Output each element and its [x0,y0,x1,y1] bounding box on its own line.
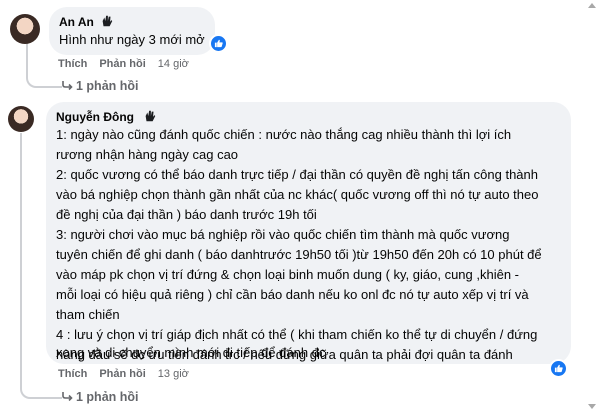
reply-arrow-icon [62,392,73,401]
comment-line: tuyên chiến để ghi danh ( báo danhtrước … [56,247,542,262]
comment-author[interactable]: Nguyễn Đông [56,110,134,124]
comment-line: đề nghị của đại thần ) báo danh trước 19… [56,207,317,222]
timestamp[interactable]: 14 giờ [158,58,189,70]
comment-line: vào bá nghiệp chọn thành gần nhất của nc… [56,187,539,202]
scroll-down-button[interactable] [588,404,596,409]
comment-line: mỗi loại có hiệu quả riêng ) chỉ cần báo… [56,287,529,302]
thumbs-up-icon [214,39,223,48]
reaction-badge[interactable] [209,34,228,53]
comment-actions: Thích Phản hồi 13 giờ [58,368,189,380]
waving-hand-icon [102,15,113,27]
comment-line: 2: quốc vương có thể báo danh trực tiếp … [56,167,538,182]
thread-line [26,40,28,72]
thread-line [20,133,22,383]
waving-hand-icon [145,110,156,122]
comment-bubble: Nguyễn Đông 1: ngày nào cũng đánh quốc c… [46,102,571,364]
comment-line: 1: ngày nào cũng đánh quốc chiến : nước … [56,127,512,142]
thread-connector [26,72,62,88]
timestamp[interactable]: 13 giờ [158,368,189,380]
like-button[interactable]: Thích [58,58,87,70]
view-replies-link[interactable]: 1 phản hồi [76,390,139,404]
like-button[interactable]: Thích [58,368,87,380]
comment-line: rương nhận hàng ngày cag cao [56,147,239,162]
comment-line: 3: người chơi vào mục bá nghiệp rồi vào … [56,227,510,242]
thread-connector [20,383,62,399]
view-replies-link[interactable]: 1 phản hồi [76,79,139,93]
comment-bubble: An An Hình như ngày 3 mới mở [49,7,215,55]
reply-arrow-icon [62,81,73,90]
comment-actions: Thích Phản hồi 14 giờ [58,58,189,70]
comment-text: Hình như ngày 3 mới mở [59,32,205,47]
comment-line: xong và di chuyển mình mới đi tiếp để đá… [56,345,326,360]
comment-author[interactable]: An An [59,15,94,29]
scroll-up-button[interactable] [588,3,596,8]
avatar[interactable] [8,106,34,132]
reply-button[interactable]: Phản hồi [99,58,145,70]
reply-button[interactable]: Phản hồi [99,368,145,380]
comment-line: tham chiến [56,307,120,322]
avatar[interactable] [10,14,40,44]
comment-line: vào máp pk chọn vị trí đứng & chọn loại … [56,267,520,282]
thumbs-up-icon [554,364,563,373]
reaction-badge[interactable] [549,359,568,378]
